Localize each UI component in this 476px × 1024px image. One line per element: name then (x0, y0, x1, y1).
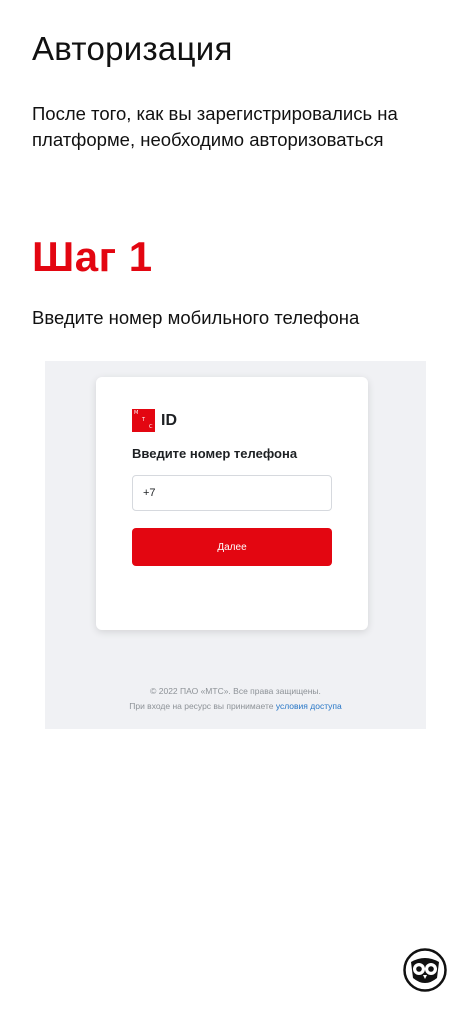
login-card: М Т С ID Введите номер телефона Далее (96, 377, 368, 630)
step-heading: Шаг 1 (32, 233, 153, 280)
page: Авторизация После того, как вы зарегистр… (0, 0, 476, 1024)
terms-line: При входе на ресурс вы принимаете услови… (45, 699, 426, 714)
owl-icon (403, 948, 447, 992)
login-screenshot: М Т С ID Введите номер телефона Далее © … (45, 361, 426, 729)
logo-letter-m: М (134, 410, 139, 416)
logo-letter-t: Т (142, 417, 146, 423)
login-footer: © 2022 ПАО «МТС». Все права защищены. Пр… (45, 684, 426, 714)
copyright-text: © 2022 ПАО «МТС». Все права защищены. (150, 686, 321, 696)
terms-link[interactable]: условия доступа (276, 701, 342, 711)
logo-id-text: ID (161, 411, 177, 429)
phone-heading: Введите номер телефона (132, 446, 298, 461)
step-instruction: Введите номер мобильного телефона (32, 307, 360, 328)
phone-input[interactable] (132, 475, 332, 511)
next-button[interactable]: Далее (132, 528, 332, 566)
page-title: Авторизация (32, 30, 233, 67)
mts-id-logo: М Т С ID (132, 409, 177, 432)
mts-logo-icon: М Т С (132, 409, 155, 432)
intro-text: После того, как вы зарегистрировались на… (32, 103, 398, 150)
terms-prefix: При входе на ресурс вы принимаете (129, 701, 274, 711)
logo-letter-s: С (149, 424, 153, 430)
